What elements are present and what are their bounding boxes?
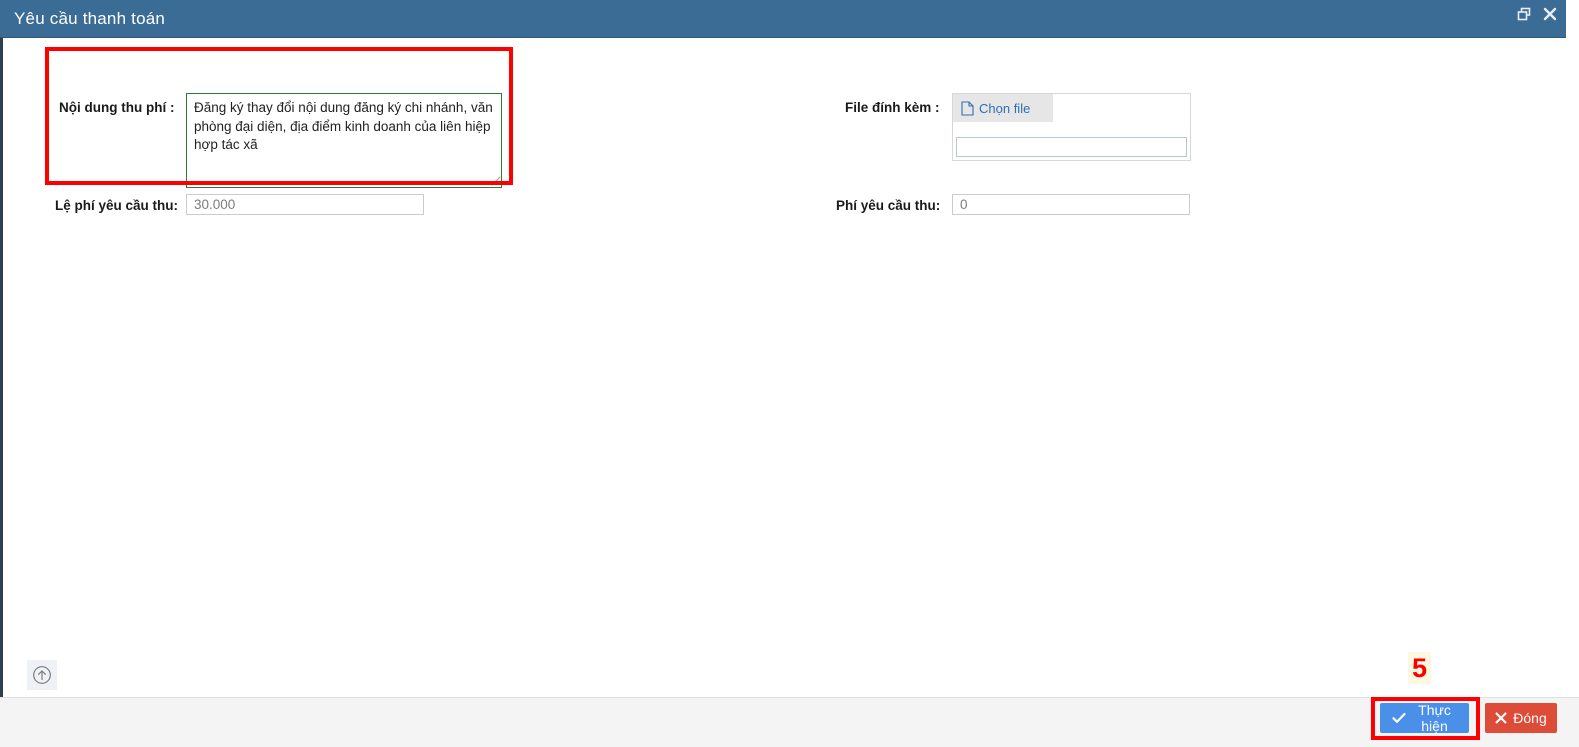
close-icon[interactable]: [1542, 6, 1558, 22]
payment-request-dialog: Yêu cầu thanh toán Nội dung thu phí : Đă…: [0, 0, 1579, 747]
check-icon: [1392, 712, 1406, 724]
choose-file-button-label: Chọn file: [979, 100, 1031, 116]
dialog-footer: [0, 697, 1579, 747]
fee-content-label: Nội dung thu phí :: [59, 100, 175, 115]
close-button[interactable]: Đóng: [1485, 703, 1557, 733]
x-icon: [1495, 712, 1507, 724]
scroll-to-top-button[interactable]: [27, 660, 57, 690]
choose-file-button[interactable]: Chọn file: [953, 94, 1053, 122]
dialog-titlebar: Yêu cầu thanh toán: [0, 0, 1566, 38]
fee-collect-label: Phí yêu cầu thu:: [836, 198, 941, 213]
dialog-title: Yêu cầu thanh toán: [14, 9, 166, 28]
submit-button[interactable]: Thực hiện: [1380, 702, 1469, 734]
attachment-field-wrapper: Chọn file: [952, 93, 1191, 161]
dialog-content: Nội dung thu phí : Lệ phí yêu cầu thu: F…: [0, 38, 1579, 697]
attachment-filename-input[interactable]: [956, 137, 1187, 157]
close-button-label: Đóng: [1513, 710, 1547, 726]
attachment-label: File đính kèm :: [845, 100, 940, 115]
fee-requested-input[interactable]: [186, 194, 424, 215]
window-controls: [1516, 6, 1558, 22]
fee-content-textarea[interactable]: [186, 93, 502, 188]
fee-requested-label: Lệ phí yêu cầu thu:: [55, 198, 179, 213]
file-icon: [961, 100, 974, 116]
submit-button-label: Thực hiện: [1418, 702, 1451, 734]
arrow-up-circle-icon: [32, 665, 52, 685]
restore-icon[interactable]: [1516, 6, 1532, 22]
fee-collect-input[interactable]: [952, 194, 1190, 215]
